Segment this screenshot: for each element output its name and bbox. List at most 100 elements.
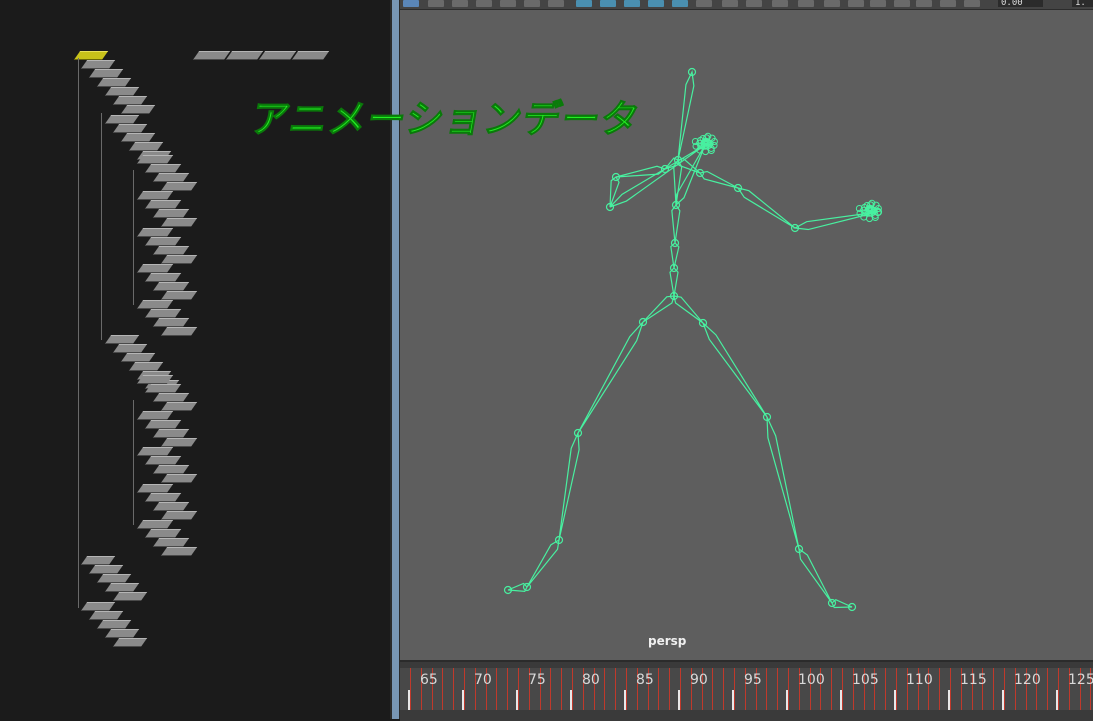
graph-node[interactable]: [128, 142, 164, 151]
graph-node[interactable]: [152, 173, 190, 182]
bone-pelvis-lhip[interactable]: [642, 295, 675, 323]
graph-node[interactable]: [136, 375, 174, 384]
timeline-major-tick: [516, 690, 518, 710]
graph-node[interactable]: [152, 538, 190, 547]
graph-node[interactable]: [160, 255, 198, 264]
graph-node[interactable]: [144, 529, 182, 538]
graph-node[interactable]: [120, 133, 156, 142]
graph-node[interactable]: [152, 465, 190, 474]
graph-node[interactable]: [104, 115, 140, 124]
bone-chest-spine1[interactable]: [671, 203, 681, 244]
timeline-key-tick: [766, 668, 768, 710]
bone-rhip-rknee[interactable]: [702, 322, 768, 418]
graph-node[interactable]: [152, 282, 190, 291]
graph-node-header[interactable]: [192, 51, 231, 60]
graph-node[interactable]: [136, 264, 174, 273]
graph-node[interactable]: [152, 502, 190, 511]
bone-rsh-relb[interactable]: [698, 170, 739, 189]
graph-node[interactable]: [160, 402, 198, 411]
graph-node[interactable]: [136, 520, 174, 529]
time-slider[interactable]: 65 70 75 80 85 90 95 100 105 110 115 120 125: [400, 660, 1093, 721]
timeline-key-tick: [507, 668, 509, 710]
graph-node-header[interactable]: [258, 51, 297, 60]
graph-node[interactable]: [128, 362, 164, 371]
graph-node[interactable]: [96, 574, 132, 583]
bone-lsh-lelb[interactable]: [615, 165, 667, 178]
timeline-key-tick: [680, 668, 681, 710]
graph-node[interactable]: [136, 447, 174, 456]
graph-node[interactable]: [112, 344, 148, 353]
graph-node[interactable]: [88, 611, 124, 620]
graph-node[interactable]: [160, 327, 198, 336]
timeline-key-tick: [939, 668, 941, 710]
graph-node[interactable]: [96, 78, 132, 87]
graph-node[interactable]: [88, 69, 124, 78]
bone-lknee-lankle[interactable]: [558, 432, 580, 541]
graph-node[interactable]: [136, 155, 174, 164]
graph-node[interactable]: [144, 309, 182, 318]
graph-node-header[interactable]: [225, 51, 264, 60]
overlay-caption: アニメーションデータ: [247, 97, 644, 142]
graph-node[interactable]: [136, 484, 174, 493]
bone-rankle-rtoe[interactable]: [798, 547, 833, 604]
graph-node[interactable]: [144, 200, 182, 209]
graph-node[interactable]: [160, 474, 198, 483]
graph-node[interactable]: [80, 602, 116, 611]
graph-node[interactable]: [104, 629, 140, 638]
timeline-key-tick: [1004, 668, 1005, 710]
graph-node[interactable]: [136, 191, 174, 200]
timeline-key-tick: [777, 668, 779, 710]
graph-node[interactable]: [120, 353, 156, 362]
bone-spine2-pelvis[interactable]: [669, 267, 679, 297]
graph-node[interactable]: [144, 273, 182, 282]
graph-node[interactable]: [112, 592, 148, 601]
graph-node[interactable]: [144, 237, 182, 246]
graph-node[interactable]: [80, 60, 116, 69]
graph-node[interactable]: [152, 318, 190, 327]
graph-node[interactable]: [152, 246, 190, 255]
timeline-key-tick: [572, 668, 573, 710]
graph-node[interactable]: [136, 411, 174, 420]
graph-node[interactable]: [152, 429, 190, 438]
graph-node[interactable]: [160, 438, 198, 447]
graph-node[interactable]: [144, 493, 182, 502]
timeline-major-tick: [624, 690, 626, 710]
bone-lankle-ltoe[interactable]: [526, 538, 560, 588]
graph-node[interactable]: [160, 547, 198, 556]
graph-node[interactable]: [160, 511, 198, 520]
graph-node[interactable]: [112, 124, 148, 133]
timeline-key-tick: [669, 668, 671, 710]
graph-node[interactable]: [144, 164, 182, 173]
graph-node[interactable]: [144, 456, 182, 465]
graph-node[interactable]: [112, 638, 148, 647]
bone-pelvis-rhip[interactable]: [673, 295, 704, 324]
timeline-key-tick: [831, 668, 833, 710]
bone-rknee-rankle[interactable]: [766, 416, 800, 550]
graph-node[interactable]: [104, 335, 140, 344]
right-hand-fingers[interactable]: [855, 199, 882, 223]
graph-node[interactable]: [160, 218, 198, 227]
graph-node[interactable]: [160, 182, 198, 191]
graph-node[interactable]: [152, 209, 190, 218]
graph-node[interactable]: [144, 384, 182, 393]
bone-lhip-lknee[interactable]: [577, 321, 644, 434]
bone-head-neck[interactable]: [677, 69, 695, 161]
graph-node[interactable]: [120, 105, 156, 114]
graph-node-header[interactable]: [291, 51, 330, 60]
bone-relb-rwri[interactable]: [736, 187, 796, 229]
timeline-key-tick: [453, 668, 455, 710]
graph-node[interactable]: [104, 583, 140, 592]
graph-node[interactable]: [96, 620, 132, 629]
graph-node[interactable]: [104, 87, 140, 96]
graph-node[interactable]: [136, 228, 174, 237]
graph-node[interactable]: [144, 420, 182, 429]
graph-node[interactable]: [152, 393, 190, 402]
graph-node[interactable]: [88, 565, 124, 574]
timeline-key-tick: [734, 668, 735, 710]
graph-node[interactable]: [80, 556, 116, 565]
graph-node[interactable]: [136, 300, 174, 309]
graph-node[interactable]: [160, 291, 198, 300]
timeline-major-tick: [894, 690, 896, 710]
graph-node[interactable]: [112, 96, 148, 105]
timeline-key-tick: [626, 668, 627, 710]
